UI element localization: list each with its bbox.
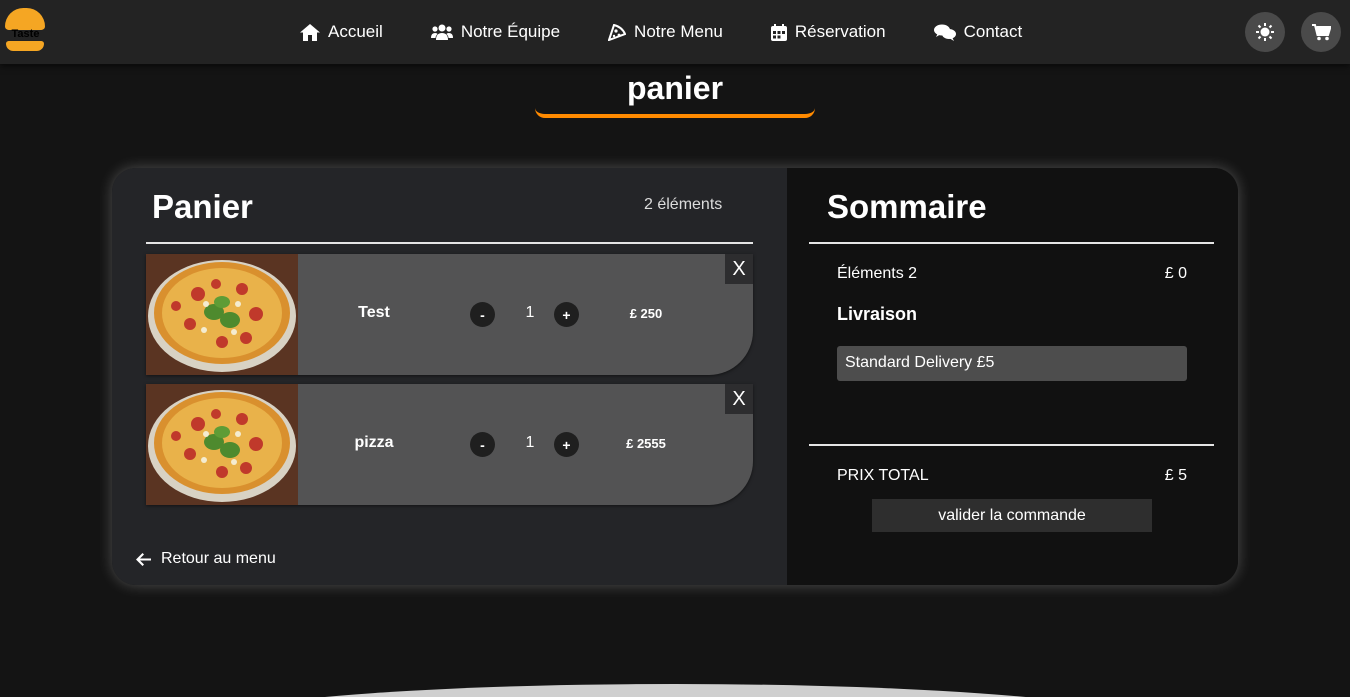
back-to-menu-label: Retour au menu [161, 550, 276, 567]
delivery-label: Livraison [837, 304, 918, 324]
nav-item-label: Contact [963, 22, 1023, 41]
pizza-illustration [146, 384, 298, 505]
item-quantity: 1 [525, 434, 535, 451]
item-price: £ 250 [629, 306, 663, 321]
back-to-menu-link[interactable]: Retour au menu [136, 550, 276, 568]
navbar: Taste Accueil Notre Équipe Notre Menu Ré… [0, 0, 1350, 64]
home-icon [300, 23, 320, 41]
calendar-icon [770, 23, 787, 41]
cart-panel: Panier 2 éléments Test - 1 + £ 250 X piz… [112, 168, 787, 585]
cart-card: Panier 2 éléments Test - 1 + £ 250 X piz… [112, 168, 1238, 585]
delivery-select[interactable]: Standard Delivery £5 [837, 346, 1187, 381]
nav-item-equipe[interactable]: Notre Équipe [430, 22, 561, 42]
nav-item-label: Réservation [794, 22, 886, 41]
decrease-quantity-button[interactable]: - [470, 432, 495, 457]
comments-icon [933, 24, 956, 41]
summary-panel: Sommaire Éléments 2 £ 0 Livraison Standa… [787, 168, 1238, 585]
decrease-quantity-button[interactable]: - [470, 302, 495, 327]
pizza-image [146, 384, 298, 505]
nav-links: Accueil Notre Équipe Notre Menu Réservat… [300, 0, 1022, 64]
logo-bun-top [5, 8, 45, 30]
logo-bun-bottom [6, 41, 44, 51]
pizza-illustration [146, 254, 298, 375]
nav-item-label: Notre Équipe [460, 22, 561, 41]
sun-icon [1256, 23, 1274, 41]
nav-item-label: Notre Menu [634, 22, 723, 41]
pizza-image [146, 254, 298, 375]
pizza-slice-icon [608, 23, 627, 41]
checkout-button[interactable]: valider la commande [872, 499, 1152, 532]
cart-item: Test - 1 + £ 250 X [146, 254, 753, 375]
item-name: pizza [354, 434, 394, 451]
summary-items-value: £ 0 [1164, 265, 1187, 282]
logo[interactable]: Taste [5, 8, 46, 52]
logo-text: Taste [11, 28, 40, 40]
nav-item-menu[interactable]: Notre Menu [608, 22, 723, 42]
cart-button[interactable] [1301, 12, 1341, 52]
total-value: £ 5 [1164, 467, 1187, 484]
summary-title: Sommaire [827, 188, 987, 225]
divider [146, 242, 753, 244]
item-price: £ 2555 [626, 436, 666, 451]
arrow-left-icon [136, 552, 151, 566]
footer-arc [200, 684, 1150, 697]
item-quantity: 1 [525, 304, 535, 321]
increase-quantity-button[interactable]: + [554, 302, 579, 327]
remove-item-button[interactable]: X [725, 254, 753, 284]
cart-item-count: 2 éléments [644, 196, 723, 213]
nav-item-label: Accueil [328, 22, 383, 41]
divider [809, 242, 1214, 244]
page-title: panier [535, 70, 815, 118]
nav-item-reservation[interactable]: Réservation [770, 22, 886, 42]
nav-item-contact[interactable]: Contact [933, 22, 1023, 42]
remove-item-button[interactable]: X [725, 384, 753, 414]
theme-toggle-button[interactable] [1245, 12, 1285, 52]
total-label: PRIX TOTAL [837, 467, 929, 484]
item-name: Test [358, 304, 390, 321]
cart-title: Panier [152, 188, 253, 225]
summary-items-label: Éléments 2 [837, 265, 918, 282]
divider [809, 444, 1214, 446]
increase-quantity-button[interactable]: + [554, 432, 579, 457]
cart-icon [1311, 23, 1331, 40]
cart-item: pizza - 1 + £ 2555 X [146, 384, 753, 505]
nav-item-accueil[interactable]: Accueil [300, 22, 383, 42]
users-icon [430, 24, 453, 40]
